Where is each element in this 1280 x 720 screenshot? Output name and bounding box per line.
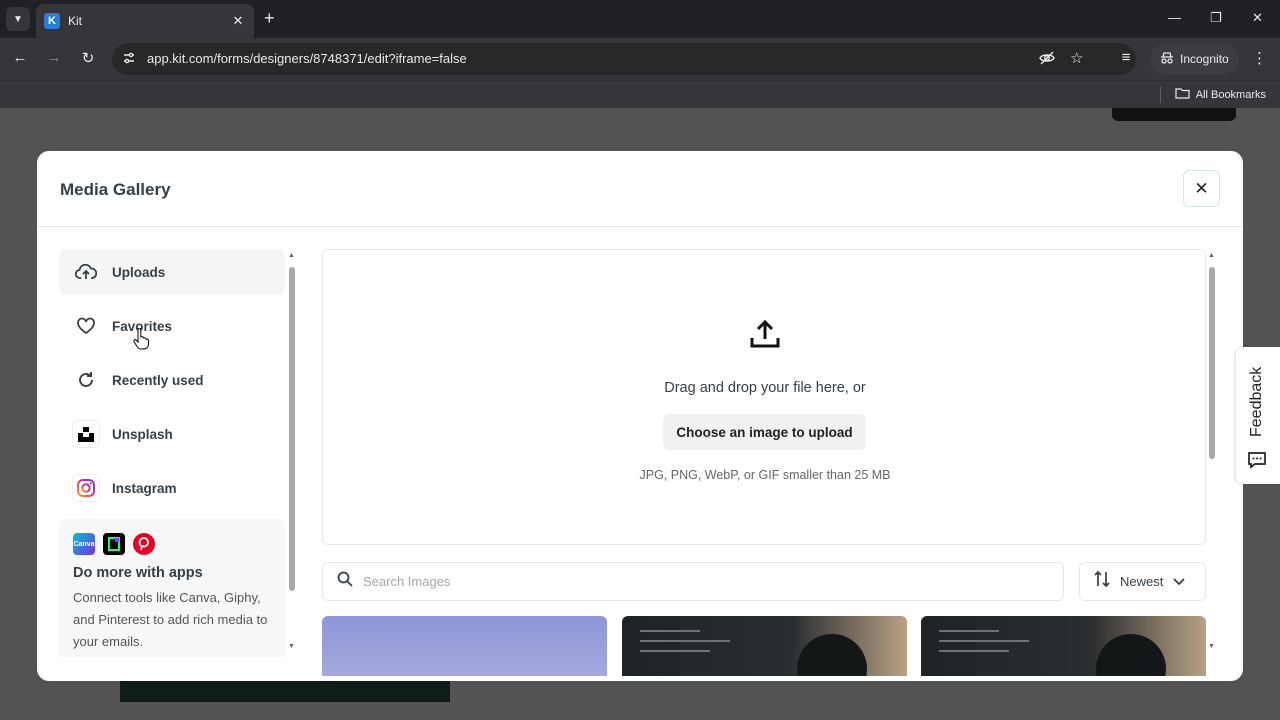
sort-arrows-icon [1094, 570, 1110, 593]
main-scroll-up-icon[interactable]: ▲ [1208, 252, 1215, 259]
incognito-label: Incognito [1180, 52, 1229, 66]
sidebar-item-unsplash[interactable]: Unsplash [59, 411, 285, 457]
minimize-window-icon[interactable]: — [1168, 10, 1181, 25]
close-window-icon[interactable]: ✕ [1252, 10, 1263, 26]
tab-close-icon[interactable]: ✕ [230, 13, 246, 29]
incognito-indicator[interactable]: Incognito [1150, 44, 1239, 74]
main-scroll-down-icon[interactable]: ▼ [1208, 643, 1215, 650]
new-tab-button[interactable]: + [264, 9, 275, 27]
sort-selected-label: Newest [1120, 574, 1164, 589]
gallery-thumbnail[interactable] [921, 616, 1206, 676]
apps-description: Connect tools like Canva, Giphy, and Pin… [73, 590, 268, 649]
thumbnail-detail [640, 630, 700, 632]
url-text[interactable]: app.kit.com/forms/designers/8748371/edit… [147, 51, 467, 66]
sidebar-item-label: Recently used [112, 372, 204, 388]
thumbnail-detail [640, 650, 710, 652]
canva-logo-icon[interactable]: Canva [73, 533, 95, 555]
sidebar-item-label: Instagram [112, 480, 177, 496]
sidebar-scrollbar-thumb[interactable] [289, 267, 295, 591]
browser-menu-icon[interactable]: ⋮ [1252, 49, 1267, 67]
page-bottom-strip [120, 680, 450, 702]
address-bar[interactable]: app.kit.com/forms/designers/8748371/edit… [112, 43, 1136, 75]
cloud-upload-icon [74, 260, 98, 284]
thumbnail-detail [939, 640, 1029, 642]
instagram-logo-icon [72, 474, 100, 502]
sidebar-item-instagram[interactable]: Instagram [59, 465, 285, 511]
apps-title: Do more with apps [73, 565, 203, 581]
search-images-input[interactable] [363, 574, 1013, 589]
chat-bubble-icon [1247, 451, 1267, 469]
page-top-button [1112, 108, 1236, 121]
browser-tab-kit[interactable]: K Kit ✕ [36, 4, 254, 38]
sidebar-item-favorites[interactable]: Favorites [59, 303, 285, 349]
canva-logo-text: Canva [73, 540, 95, 548]
thumbnail-detail [797, 634, 867, 676]
search-images-box[interactable] [322, 562, 1064, 601]
all-bookmarks-button[interactable]: All Bookmarks [1175, 87, 1266, 102]
pinterest-logo-icon[interactable] [133, 533, 155, 555]
gallery-thumbnail[interactable] [622, 616, 907, 676]
chevron-down-icon [1173, 573, 1185, 591]
heart-icon [74, 314, 98, 338]
sidebar-item-label: Unsplash [112, 426, 173, 442]
sidebar-scroll-down-icon[interactable]: ▼ [288, 643, 295, 650]
bookmarks-bar: All Bookmarks [0, 80, 1280, 108]
unsplash-logo-icon [72, 420, 100, 448]
restore-window-icon[interactable]: ❐ [1210, 10, 1222, 26]
browser-toolbar: ← → ↻ app.kit.com/forms/designers/874837… [0, 38, 1280, 80]
file-type-hint: JPG, PNG, WebP, or GIF smaller than 25 M… [639, 468, 891, 482]
gallery-thumbnail[interactable] [322, 616, 607, 676]
reading-list-icon[interactable]: ≡ [1116, 49, 1136, 66]
tab-search-button[interactable]: ▼ [6, 7, 30, 31]
modal-header: Media Gallery ✕ [37, 151, 1243, 227]
app-icons-row: Canva [73, 533, 271, 555]
media-gallery-modal: Media Gallery ✕ Uploads Favorites Recent… [37, 151, 1243, 681]
incognito-icon [1160, 51, 1174, 67]
giphy-logo-icon[interactable] [103, 533, 125, 555]
back-arrow-icon[interactable]: ← [10, 49, 30, 66]
thumbnail-detail [939, 630, 999, 632]
main-scrollbar-thumb[interactable] [1209, 267, 1215, 459]
sidebar-scroll-up-icon[interactable]: ▲ [288, 252, 295, 259]
drag-drop-text: Drag and drop your file here, or [664, 380, 866, 396]
upload-icon [749, 318, 781, 350]
eye-off-icon[interactable] [1038, 49, 1056, 71]
bookmark-star-icon[interactable]: ☆ [1070, 49, 1083, 67]
bookmarks-divider [1160, 87, 1161, 103]
thumbnail-detail [1096, 634, 1166, 676]
choose-image-button[interactable]: Choose an image to upload [663, 414, 866, 450]
apps-promo-box: Canva Do more with apps Connect tools li… [59, 519, 285, 657]
modal-title: Media Gallery [60, 180, 171, 199]
reload-icon[interactable]: ↻ [78, 49, 98, 67]
all-bookmarks-label: All Bookmarks [1195, 88, 1266, 101]
refresh-icon [74, 368, 98, 392]
hand-cursor-icon [133, 327, 149, 350]
site-info-icon[interactable] [122, 51, 136, 65]
modal-close-button[interactable]: ✕ [1183, 170, 1220, 207]
thumbnail-detail [640, 640, 730, 642]
search-icon [337, 571, 353, 592]
folder-icon [1175, 87, 1190, 102]
thumbnail-detail [939, 650, 1009, 652]
sidebar-item-uploads[interactable]: Uploads [59, 249, 285, 295]
kit-favicon-icon: K [44, 13, 60, 29]
feedback-label: Feedback [1248, 366, 1265, 437]
close-icon: ✕ [1194, 178, 1209, 198]
upload-drop-zone[interactable]: Drag and drop your file here, or Choose … [322, 249, 1206, 545]
sidebar-item-recently-used[interactable]: Recently used [59, 357, 285, 403]
feedback-tab[interactable]: Feedback [1236, 347, 1280, 484]
browser-tab-bar: ▼ K Kit ✕ + — ❐ ✕ [0, 0, 1280, 38]
sidebar-item-label: Uploads [112, 264, 166, 280]
gallery-sidebar: Uploads Favorites Recently used Unsplash… [59, 249, 285, 657]
tab-title: Kit [68, 14, 83, 28]
sort-dropdown[interactable]: Newest [1079, 562, 1206, 601]
forward-arrow-icon[interactable]: → [44, 49, 64, 66]
